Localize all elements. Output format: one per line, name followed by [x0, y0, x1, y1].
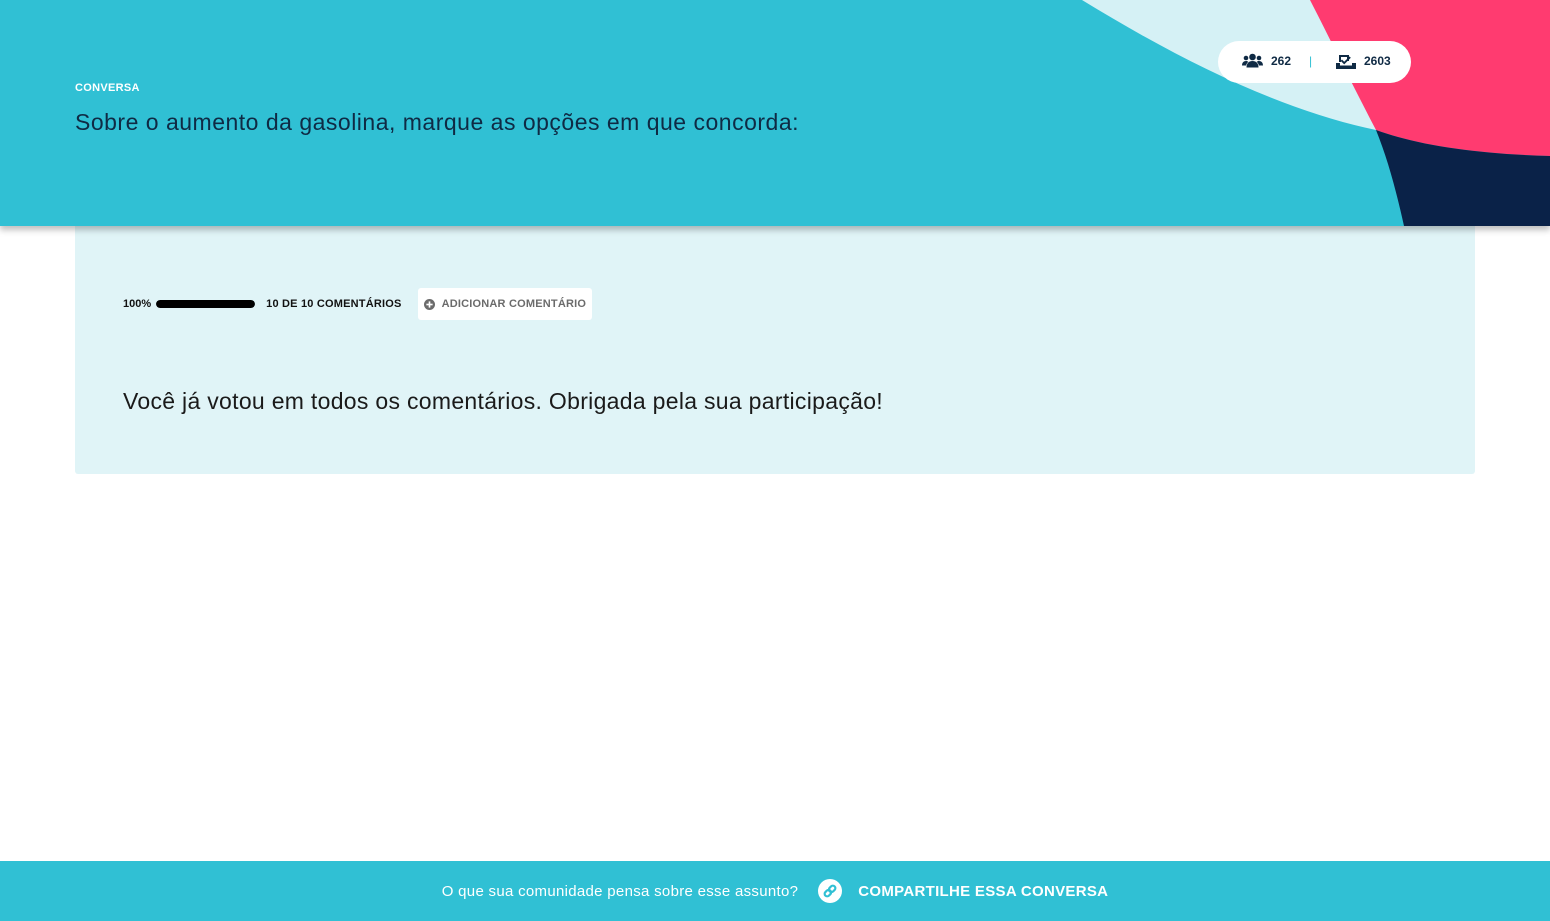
page: CONVERSA Sobre o aumento da gasolina, ma… — [0, 0, 1550, 921]
ballot-check-icon — [1336, 55, 1356, 69]
conversation-label: CONVERSA — [75, 82, 140, 94]
progress-percent: 100% — [123, 298, 152, 310]
progress-count: 10 DE 10 COMENTÁRIOS — [266, 298, 402, 310]
completion-message: Você já votou em todos os comentários. O… — [123, 388, 883, 414]
votes-count: 2603 — [1364, 54, 1391, 68]
progress-bar-fill — [156, 300, 256, 308]
add-comment-button[interactable]: ADICIONAR COMENTÁRIO — [417, 288, 593, 320]
plus-circle-icon — [423, 298, 435, 310]
progress-bar — [156, 300, 256, 308]
voting-card: 100% 10 DE 10 COMENTÁRIOS ADICIONAR COME… — [75, 226, 1475, 474]
share-footer: O que sua comunidade pensa sobre esse as… — [0, 861, 1550, 921]
conversation-title: Sobre o aumento da gasolina, marque as o… — [75, 109, 799, 135]
add-comment-label: ADICIONAR COMENTÁRIO — [441, 298, 587, 310]
footer-question: O que sua comunidade pensa sobre esse as… — [441, 882, 799, 900]
participants-count: 262 — [1271, 53, 1292, 68]
stats-pill: 262 | 2603 — [1218, 41, 1411, 83]
stats-divider: | — [1309, 54, 1313, 68]
votes-stat: 2603 — [1336, 53, 1391, 69]
progress-row: 100% 10 DE 10 COMENTÁRIOS ADICIONAR COME… — [123, 288, 593, 320]
participants-stat: 262 — [1242, 53, 1291, 68]
link-icon — [818, 879, 843, 903]
share-conversation-link[interactable]: COMPARTILHE ESSA CONVERSA — [818, 879, 1108, 903]
conversation-header: CONVERSA Sobre o aumento da gasolina, ma… — [0, 0, 1550, 226]
users-icon — [1242, 53, 1263, 68]
share-label: COMPARTILHE ESSA CONVERSA — [858, 882, 1109, 900]
